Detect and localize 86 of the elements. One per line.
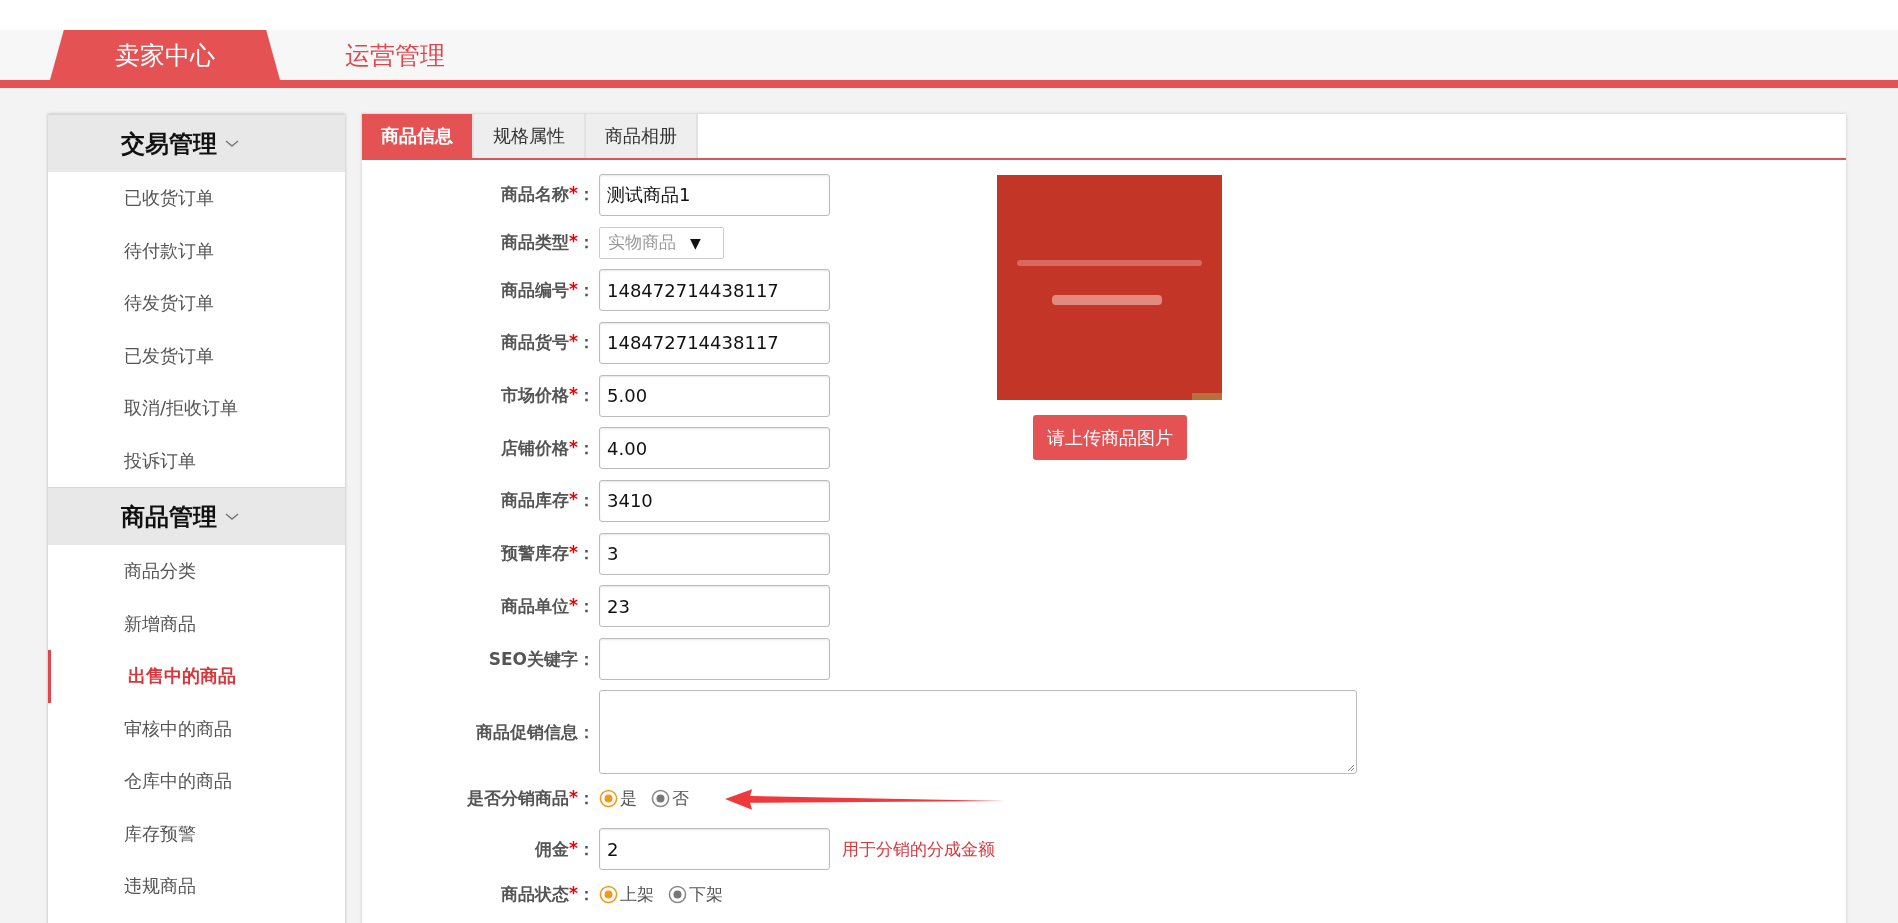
sidebar-item[interactable]: 投诉订单	[48, 434, 345, 487]
colon: ：	[578, 231, 595, 255]
textarea-field[interactable]	[599, 690, 1357, 775]
field-label: 商品编号	[501, 278, 570, 302]
input-field[interactable]: 测试商品1	[599, 173, 830, 216]
field-label: 商品名称	[501, 183, 570, 206]
colon: ：	[578, 331, 595, 355]
field-label: 预警库存	[501, 542, 570, 566]
sidebar-item[interactable]: 违规商品	[48, 860, 345, 913]
required-mark: *	[569, 489, 578, 512]
required-mark: *	[569, 278, 578, 301]
radio-option[interactable]: 下架	[668, 883, 723, 907]
input-field[interactable]	[599, 638, 830, 680]
sidebar-item[interactable]: 新增商品	[48, 597, 345, 650]
section-title: 交易管理	[121, 128, 217, 160]
required-mark: *	[569, 384, 578, 407]
field-label: 商品库存	[501, 489, 570, 513]
chevron-down-icon	[225, 512, 239, 521]
colon: ：	[578, 436, 595, 460]
sidebar-item[interactable]: 出售中的商品	[48, 650, 345, 703]
radio-icon[interactable]	[668, 885, 687, 905]
radio-icon[interactable]	[599, 789, 618, 809]
input-field[interactable]: 148472714438117	[599, 321, 830, 364]
required-mark: *	[569, 787, 578, 810]
colon: ：	[578, 384, 595, 408]
input-field[interactable]: 5.00	[599, 374, 830, 417]
field-label: 佣金	[535, 837, 570, 861]
sidebar-section-header[interactable]: 商品管理	[48, 487, 345, 545]
colon: ：	[578, 787, 595, 811]
input-field[interactable]: 23	[599, 585, 830, 628]
sidebar-item[interactable]: 审核中的商品	[48, 702, 345, 755]
colon: ：	[578, 720, 595, 744]
input-field[interactable]: 3	[599, 532, 830, 575]
sidebar-item[interactable]: 已收货订单	[48, 172, 345, 225]
upload-button[interactable]: 请上传商品图片	[1032, 415, 1187, 460]
colon: ：	[578, 883, 595, 907]
colon: ：	[578, 647, 595, 671]
field-label: 店铺价格	[501, 436, 570, 460]
field-label: 商品状态	[501, 883, 570, 907]
required-mark: *	[569, 883, 578, 906]
tab[interactable]: 商品相册	[586, 114, 698, 158]
tab[interactable]: 规格属性	[474, 114, 586, 158]
nav-tab[interactable]: 运营管理	[280, 30, 510, 80]
required-mark: *	[569, 183, 578, 205]
colon: ：	[578, 542, 595, 566]
required-mark: *	[569, 231, 578, 254]
required-mark: *	[569, 837, 578, 860]
field-label: SEO关键字	[488, 647, 578, 671]
nav-tab[interactable]: 卖家中心	[50, 30, 280, 80]
required-mark: *	[569, 436, 578, 459]
field-label: 商品单位	[501, 594, 570, 618]
colon: ：	[578, 183, 595, 206]
sidebar-item[interactable]: 商品分类	[48, 545, 345, 598]
input-field[interactable]: 2	[599, 828, 830, 871]
colon: ：	[578, 594, 595, 618]
radio-option[interactable]: 是	[599, 787, 637, 811]
section-title: 商品管理	[121, 501, 217, 533]
colon: ：	[578, 837, 595, 861]
required-mark: *	[569, 594, 578, 617]
chevron-down-icon	[225, 139, 239, 148]
radio-icon[interactable]	[599, 885, 618, 905]
sidebar-item[interactable]: 待付款订单	[48, 224, 345, 277]
sidebar-item[interactable]: 已发货订单	[48, 329, 345, 382]
field-label: 商品促销信息	[476, 720, 578, 744]
sidebar-section-header[interactable]: 交易管理	[48, 114, 345, 172]
required-mark: *	[569, 331, 578, 354]
sidebar-item[interactable]: 待发货订单	[48, 277, 345, 330]
radio-option[interactable]: 否	[651, 787, 689, 811]
colon: ：	[578, 278, 595, 302]
radio-option[interactable]: 上架	[599, 883, 654, 907]
resize-grip-icon[interactable]	[1345, 762, 1355, 773]
hint-text: 用于分销的分成金额	[842, 837, 995, 861]
tab[interactable]: 商品信息	[362, 114, 474, 158]
field-label: 商品货号	[501, 331, 570, 355]
radio-icon[interactable]	[651, 789, 670, 809]
colon: ：	[578, 489, 595, 513]
input-field[interactable]: 4.00	[599, 427, 830, 470]
sidebar-item[interactable]: 库存预警	[48, 807, 345, 860]
sidebar-item[interactable]: 取消/拒收订单	[48, 382, 345, 435]
sidebar-item[interactable]: 仓库中的商品	[48, 755, 345, 808]
field-label: 商品类型	[501, 231, 570, 255]
required-mark: *	[569, 542, 578, 565]
field-label: 是否分销商品	[467, 787, 570, 811]
input-field[interactable]: 3410	[599, 479, 830, 522]
field-label: 市场价格	[501, 384, 570, 408]
input-field[interactable]: 148472714438117	[599, 269, 830, 312]
